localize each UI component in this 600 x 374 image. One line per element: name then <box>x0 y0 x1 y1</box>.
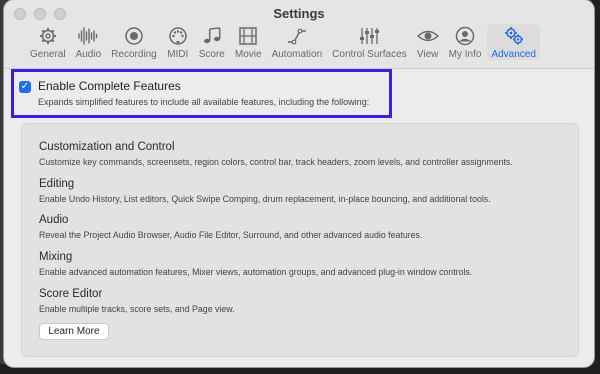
tab-label: Score <box>198 49 225 60</box>
learn-more-button[interactable]: Learn More <box>39 323 109 340</box>
tab-label: Automation <box>271 49 323 60</box>
tab-label: Movie <box>234 49 262 60</box>
feature-description: Customize key commands, screensets, regi… <box>39 157 513 167</box>
tab-general[interactable]: General <box>26 24 70 60</box>
tab-label: MIDI <box>167 49 189 60</box>
settings-window: Settings General Audio Recording MIDI Sc… <box>4 0 594 367</box>
feature-title: Editing <box>39 178 75 190</box>
tab-automation[interactable]: Automation <box>268 24 327 60</box>
feature-title: Customization and Control <box>39 141 175 153</box>
tab-midi[interactable]: MIDI <box>163 24 193 60</box>
advanced-pane: ✓ Enable Complete Features Expands simpl… <box>4 69 594 367</box>
feature-section: Score Editor Enable multiple tracks, sco… <box>39 288 235 314</box>
tab-my-info[interactable]: My Info <box>445 24 486 60</box>
person-icon <box>455 26 475 46</box>
feature-section: Audio Reveal the Project Audio Browser, … <box>39 214 422 240</box>
feature-title: Mixing <box>39 251 73 263</box>
tab-label: My Info <box>448 49 482 60</box>
enable-complete-features-description: Expands simplified features to include a… <box>38 97 370 107</box>
window-title: Settings <box>273 6 325 21</box>
enable-complete-features-checkbox[interactable]: ✓ <box>19 81 31 93</box>
tab-control-surfaces[interactable]: Control Surfaces <box>328 24 410 60</box>
film-icon <box>239 27 257 45</box>
feature-description: Enable multiple tracks, score sets, and … <box>39 304 235 314</box>
tab-label: General <box>30 49 66 60</box>
tab-label: Advanced <box>491 49 536 60</box>
feature-title: Score Editor <box>39 288 103 300</box>
feature-description: Reveal the Project Audio Browser, Audio … <box>39 230 423 240</box>
record-icon <box>125 27 143 45</box>
tab-recording[interactable]: Recording <box>107 24 161 60</box>
enable-complete-features-label[interactable]: Enable Complete Features <box>38 79 181 93</box>
tab-view[interactable]: View <box>413 24 443 60</box>
enable-complete-features-highlight <box>11 69 392 118</box>
faders-icon <box>360 28 380 44</box>
tab-audio[interactable]: Audio <box>72 24 106 60</box>
tab-score[interactable]: Score <box>195 24 229 60</box>
tab-movie[interactable]: Movie <box>231 24 266 60</box>
tab-label: Audio <box>75 49 102 60</box>
tab-advanced[interactable]: Advanced <box>487 24 540 60</box>
settings-toolbar: General Audio Recording MIDI Score Movie <box>26 24 542 60</box>
automation-curve-icon <box>287 28 306 45</box>
feature-title: Audio <box>39 214 69 226</box>
feature-section: Mixing Enable advanced automation featur… <box>39 251 472 277</box>
gears-icon <box>504 27 523 45</box>
eye-icon <box>416 30 439 42</box>
tab-label: View <box>416 49 439 60</box>
feature-section: Customization and Control Customize key … <box>39 141 513 167</box>
tab-label: Recording <box>111 49 157 60</box>
tab-label: Control Surfaces <box>332 49 407 60</box>
waveform-icon <box>78 27 98 45</box>
titlebar: Settings General Audio Recording MIDI Sc… <box>4 0 594 69</box>
feature-section: Editing Enable Undo History, List editor… <box>39 178 491 204</box>
gear-icon <box>39 28 56 44</box>
features-panel: Customization and Control Customize key … <box>21 123 579 357</box>
midi-connector-icon <box>169 27 187 45</box>
feature-description: Enable Undo History, List editors, Quick… <box>39 194 491 204</box>
feature-description: Enable advanced automation features, Mix… <box>39 267 473 277</box>
music-notes-icon <box>203 27 221 44</box>
